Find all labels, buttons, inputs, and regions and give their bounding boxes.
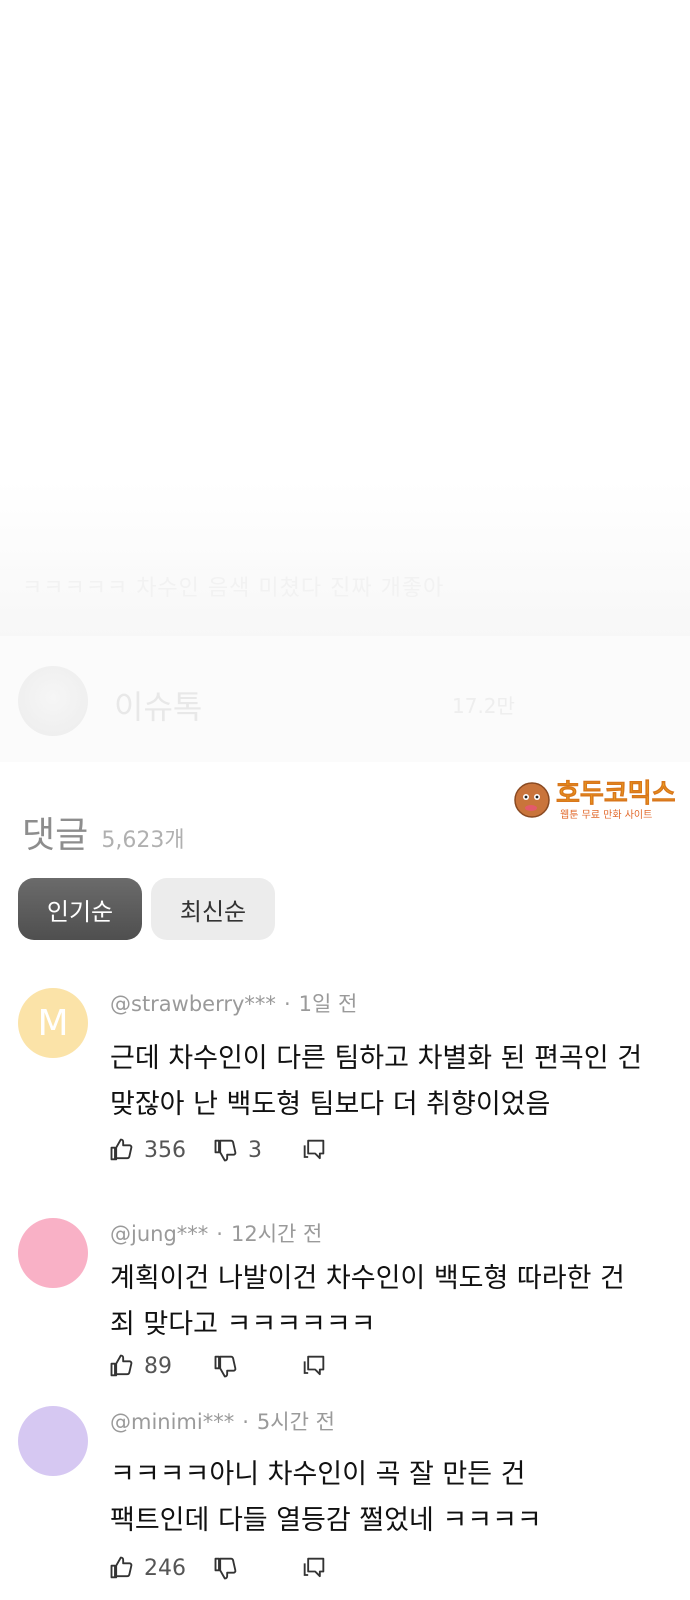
channel-avatar[interactable] <box>18 666 88 736</box>
faded-caption: ㅋㅋㅋㅋㅋ 차수인 음색 미쳤다 진짜 개좋아 <box>22 576 445 601</box>
thumbs-down-icon <box>214 1139 237 1162</box>
comment-line: 계획이건 나발이건 차수인이 백도형 따라한 건 <box>110 1263 625 1294</box>
comment-text: 계획이건 나발이건 차수인이 백도형 따라한 건 죄 맞다고 ㅋㅋㅋㅋㅋㅋ <box>110 1256 680 1348</box>
comment-meta: @minimi*** · 5시간 전 <box>110 1406 335 1436</box>
meta-separator: · <box>216 1222 223 1246</box>
mascot-icon <box>514 782 550 818</box>
like-button[interactable]: 356 <box>108 1136 212 1164</box>
comment-author[interactable]: @minimi*** <box>110 1410 234 1434</box>
meta-separator: · <box>283 992 291 1016</box>
comment-actions: 356 3 <box>108 1136 328 1164</box>
channel-name[interactable]: 이슈톡 <box>114 682 202 728</box>
reply-icon <box>303 1355 325 1376</box>
comment-author[interactable]: @strawberry*** <box>110 992 276 1016</box>
comment-line: ㅋㅋㅋㅋ아니 차수인이 곡 잘 만든 건 <box>110 1459 526 1490</box>
like-button[interactable]: 246 <box>108 1554 212 1582</box>
comments-header: 댓글 5,623개 <box>22 806 185 858</box>
thumbs-up-icon <box>110 1138 133 1161</box>
like-count: 89 <box>144 1353 172 1379</box>
dislike-button[interactable] <box>212 1352 300 1380</box>
thumbs-up-icon <box>110 1556 133 1579</box>
comment-text: 근데 차수인이 다른 팀하고 차별화 된 편곡인 건 맞잖아 난 백도형 팀보다… <box>110 1036 680 1128</box>
thumbs-down-icon <box>214 1355 237 1378</box>
comment-line: 근데 차수인이 다른 팀하고 차별화 된 편곡인 건 <box>110 1043 643 1074</box>
comment-time: 1일 전 <box>298 992 358 1016</box>
comment-actions: 89 <box>108 1352 328 1380</box>
dislike-button[interactable] <box>212 1554 300 1582</box>
dislike-button[interactable]: 3 <box>212 1136 300 1164</box>
comment-meta: @jung*** · 12시간 전 <box>110 1218 322 1248</box>
thumbs-down-icon <box>214 1557 237 1580</box>
watermark-logo: 호두코믹스 웹툰 무료 만화 사이트 <box>514 779 676 821</box>
sort-popular-button[interactable]: 인기순 <box>18 878 142 940</box>
reply-button[interactable] <box>300 1352 328 1380</box>
like-button[interactable]: 89 <box>108 1352 212 1380</box>
comment-line: 팩트인데 다들 열등감 쩔었네 ㅋㅋㅋㅋ <box>110 1505 542 1536</box>
sort-latest-button[interactable]: 최신순 <box>151 878 275 940</box>
channel-subscriber-count: 17.2만 <box>452 694 515 718</box>
avatar[interactable] <box>18 1406 88 1476</box>
comment-time: 12시간 전 <box>230 1222 323 1246</box>
reply-icon <box>303 1139 325 1160</box>
thumbs-up-icon <box>110 1354 133 1377</box>
avatar[interactable]: M <box>18 988 88 1058</box>
reply-icon <box>303 1557 325 1578</box>
dislike-count: 3 <box>248 1137 262 1163</box>
comments-title: 댓글 <box>22 815 89 856</box>
comment-author[interactable]: @jung*** <box>110 1222 208 1246</box>
avatar[interactable] <box>18 1218 88 1288</box>
reply-button[interactable] <box>300 1554 328 1582</box>
comment-time: 5시간 전 <box>256 1410 335 1434</box>
like-count: 246 <box>144 1555 186 1581</box>
comments-count: 5,623개 <box>101 828 185 853</box>
reply-button[interactable] <box>300 1136 328 1164</box>
faded-video-area <box>0 480 690 640</box>
watermark-title: 호두코믹스 <box>556 779 676 809</box>
comment-text: ㅋㅋㅋㅋ아니 차수인이 곡 잘 만든 건 팩트인데 다들 열등감 쩔었네 ㅋㅋㅋ… <box>110 1452 680 1544</box>
comment-actions: 246 <box>108 1554 328 1582</box>
avatar-letter: M <box>37 1002 69 1044</box>
channel-row[interactable] <box>0 636 690 762</box>
comment-line: 맞잖아 난 백도형 팀보다 더 취향이었음 <box>110 1089 551 1120</box>
meta-separator: · <box>242 1410 249 1434</box>
like-count: 356 <box>144 1137 186 1163</box>
watermark-subtitle: 웹툰 무료 만화 사이트 <box>560 809 652 821</box>
comment-line: 죄 맞다고 ㅋㅋㅋㅋㅋㅋ <box>110 1309 376 1340</box>
comment-meta: @strawberry*** · 1일 전 <box>110 988 357 1018</box>
